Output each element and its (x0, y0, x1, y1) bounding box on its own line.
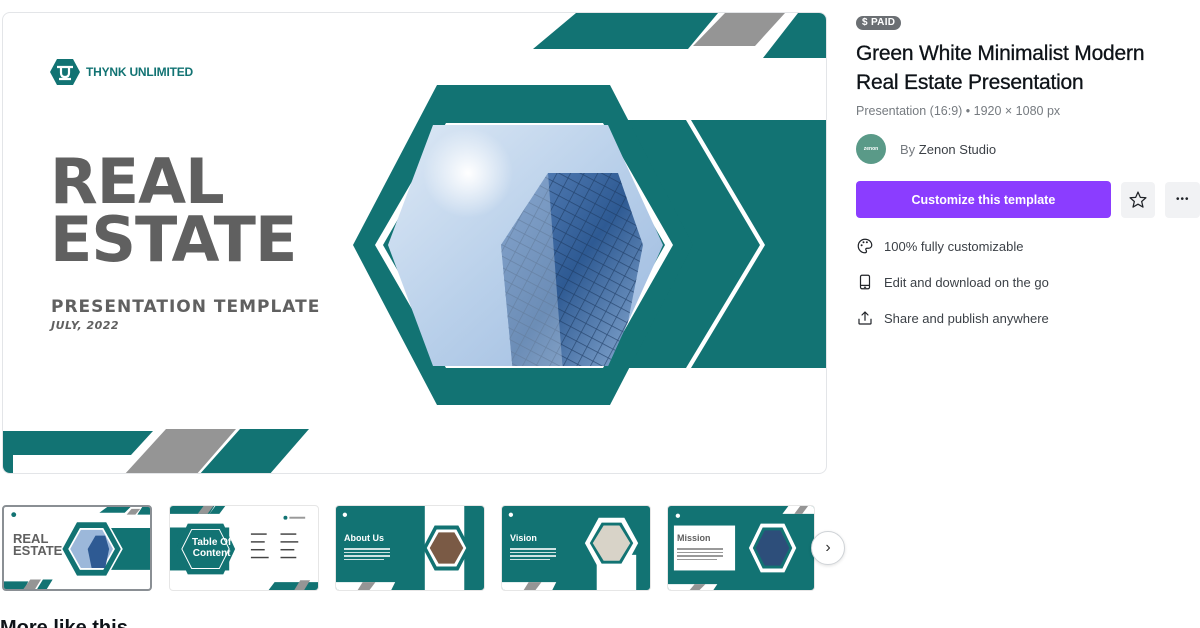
favorite-button[interactable] (1120, 181, 1156, 218)
author-row[interactable]: zenon By Zenon Studio (856, 134, 1200, 164)
thumbnail-toc-title-line1: Table Of (192, 537, 232, 548)
feature-item: 100% fully customizable (856, 228, 1200, 264)
template-title: Green White Minimalist Modern Real Estat… (856, 39, 1200, 97)
author-name[interactable]: Zenon Studio (919, 142, 996, 157)
template-info-panel: $ PAID Green White Minimalist Modern Rea… (856, 12, 1200, 336)
author-prefix: By (900, 141, 919, 157)
thumbnail-about-text (344, 548, 390, 560)
top-teal-stripe (533, 13, 718, 49)
slide-subtitle: PRESENTATION TEMPLATE (51, 297, 321, 317)
template-title-line2: Real Estate Presentation (856, 71, 1084, 94)
star-icon (1129, 190, 1147, 208)
author-label[interactable]: By Zenon Studio (900, 142, 996, 157)
brand-logo: THYNK UNLIMITED (50, 58, 193, 86)
feature-label: 100% fully customizable (884, 238, 1024, 254)
bottom-teal-stripe (3, 431, 153, 455)
thumbnail-toc-title-line2: Content (192, 548, 231, 559)
thumbnail-about-title: About Us (344, 533, 384, 543)
section-heading: More like this (0, 618, 128, 628)
avatar[interactable]: zenon (856, 134, 886, 164)
template-meta: Presentation (16:9) • 1920 × 1080 px (856, 104, 1061, 118)
thumbnail-mission[interactable]: Mission (667, 505, 815, 591)
thumbnail-mission-title: Mission (677, 533, 711, 543)
feature-item: Edit and download on the go (856, 264, 1200, 300)
more-options-button[interactable]: ••• (1165, 181, 1200, 218)
thumbnail-mission-text (677, 548, 723, 560)
phone-icon (859, 274, 871, 290)
more-dots-icon: ••• (1175, 194, 1190, 205)
slide-title: REAL ESTATE (50, 151, 297, 276)
chevron-right-icon: › (825, 539, 831, 556)
feature-list: 100% fully customizable Edit and downloa… (856, 228, 1200, 336)
template-title-line1: Green White Minimalist Modern (856, 42, 1145, 65)
slide-date: JULY, 2022 (51, 319, 120, 332)
paid-badge: $ PAID (856, 16, 902, 30)
template-preview[interactable]: THYNK UNLIMITED REAL ESTATE PRESENTATION… (2, 12, 827, 474)
feature-label: Share and publish anywhere (884, 310, 1049, 326)
share-icon (858, 311, 872, 325)
palette-icon (857, 238, 873, 254)
feature-item: Share and publish anywhere (856, 300, 1200, 336)
thumbnail-vision[interactable]: Vision (501, 505, 651, 591)
thumbnail-cover-title-line2: ESTATE (13, 543, 63, 558)
thumbnail-cover-title: REAL ESTATE (13, 532, 63, 558)
thumbnail-vision-text (510, 548, 556, 560)
customize-template-button[interactable]: Customize this template (856, 181, 1111, 218)
thumbnail-cover[interactable]: REAL ESTATE (2, 505, 152, 591)
thumbnail-vision-title: Vision (510, 533, 537, 543)
hexagon-logo-icon (50, 59, 80, 85)
thumbnail-about-us[interactable]: About Us (335, 505, 485, 591)
brand-name: THYNK UNLIMITED (86, 65, 193, 79)
next-thumbnails-button[interactable]: › (811, 531, 845, 565)
thumbnail-toc-title: Table Of Content (192, 537, 231, 559)
thumbnail-table-of-content[interactable]: Table Of Content (169, 505, 319, 591)
slide-title-line2: ESTATE (50, 203, 297, 276)
feature-label: Edit and download on the go (884, 274, 1049, 290)
action-row: Customize this template ••• (856, 181, 1200, 218)
